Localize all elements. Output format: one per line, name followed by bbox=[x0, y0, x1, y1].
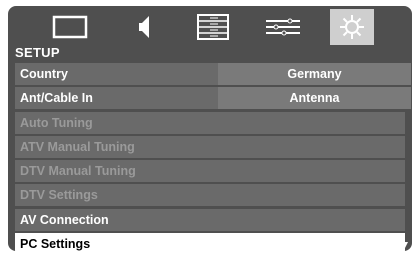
menu-item-label: DTV Manual Tuning bbox=[20, 164, 136, 179]
setup-gear-icon bbox=[340, 15, 364, 39]
scroll-down-arrow-icon[interactable] bbox=[402, 242, 408, 248]
menu-item-label: Auto Tuning bbox=[20, 115, 93, 130]
menu-tab-bar bbox=[8, 6, 412, 45]
country-value[interactable]: Germany bbox=[218, 63, 411, 85]
menu-title: SETUP bbox=[15, 45, 60, 60]
tab-preferences[interactable] bbox=[261, 9, 305, 45]
menu-item-ant-cable-in[interactable]: Ant/Cable In Antenna bbox=[15, 87, 411, 110]
setup-menu-panel: SETUP Country Germany Ant/Cable In Anten… bbox=[8, 6, 412, 251]
menu-item-label: PC Settings bbox=[20, 237, 91, 251]
tab-picture[interactable] bbox=[48, 9, 92, 45]
menu-item-dtv-manual-tuning: DTV Manual Tuning bbox=[15, 160, 405, 183]
menu-item-pc-settings[interactable]: PC Settings bbox=[15, 233, 405, 251]
tab-setup[interactable] bbox=[330, 9, 374, 45]
menu-item-atv-manual-tuning: ATV Manual Tuning bbox=[15, 135, 405, 158]
menu-item-dtv-settings: DTV Settings bbox=[15, 184, 405, 207]
menu-item-av-connection[interactable]: AV Connection bbox=[15, 208, 405, 231]
sound-icon bbox=[139, 16, 149, 38]
menu-item-country[interactable]: Country Germany bbox=[15, 63, 411, 85]
ant-cable-in-value[interactable]: Antenna bbox=[218, 87, 411, 110]
menu-item-label: DTV Settings bbox=[20, 188, 98, 203]
setup-menu-list: Country Germany Ant/Cable In Antenna Aut… bbox=[15, 63, 411, 251]
picture-icon bbox=[52, 15, 88, 39]
menu-item-auto-tuning: Auto Tuning bbox=[15, 111, 405, 134]
tab-channels[interactable] bbox=[191, 9, 235, 45]
menu-item-label: ATV Manual Tuning bbox=[20, 139, 135, 154]
channel-list-icon bbox=[197, 14, 229, 40]
preferences-sliders-icon bbox=[266, 18, 300, 36]
tab-sound[interactable] bbox=[123, 9, 167, 45]
menu-item-label: AV Connection bbox=[20, 212, 109, 227]
